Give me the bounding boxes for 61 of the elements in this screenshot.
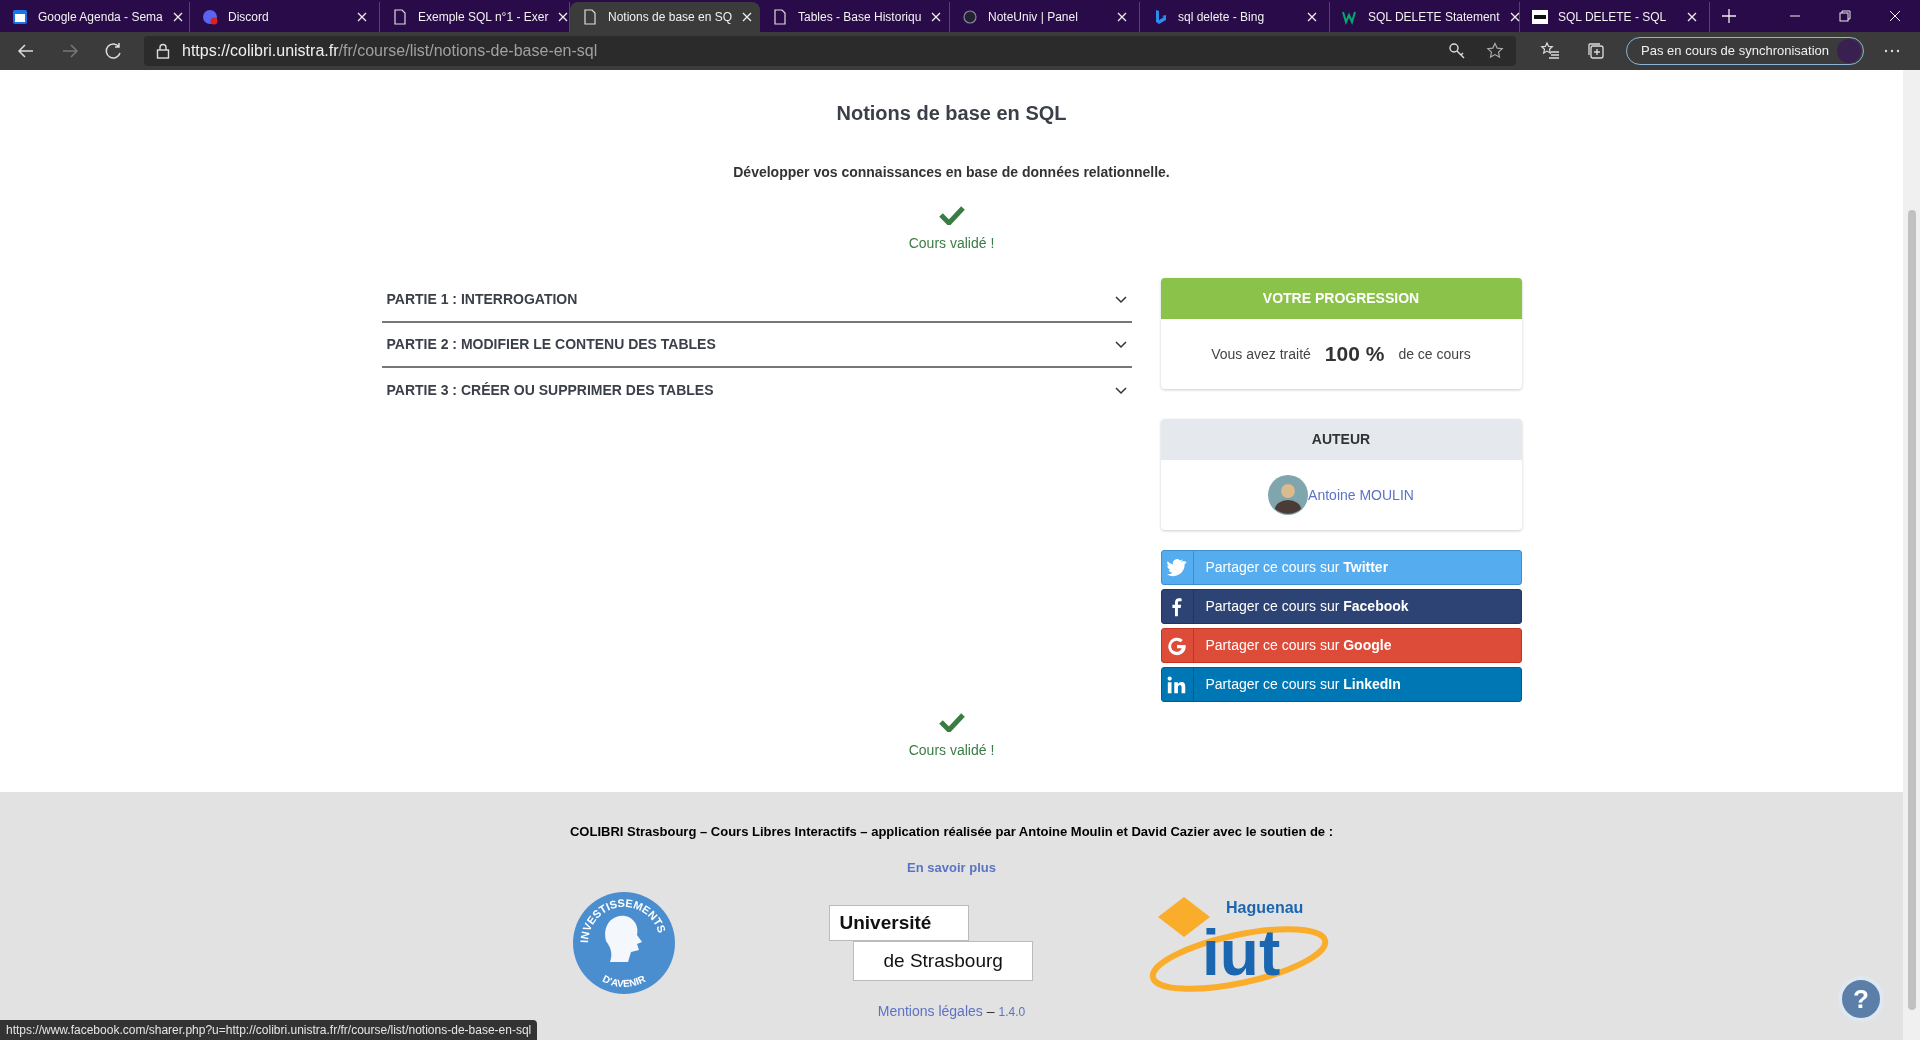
- new-tab-icon[interactable]: [1722, 9, 1736, 23]
- close-icon[interactable]: [172, 12, 183, 22]
- close-icon[interactable]: [742, 12, 753, 22]
- tab-favicon-icon: [582, 9, 598, 25]
- close-icon[interactable]: [1117, 12, 1127, 22]
- author-link[interactable]: Antoine MOULIN: [1308, 484, 1414, 506]
- chevron-icon: [1114, 340, 1127, 349]
- refresh-icon[interactable]: [104, 41, 124, 61]
- close-icon[interactable]: [1687, 12, 1697, 22]
- chevron-icon: [1114, 386, 1127, 395]
- check-icon: [938, 712, 965, 732]
- progress-header: VOTRE PROGRESSION: [1160, 278, 1522, 319]
- progress-value: 100 %: [1324, 341, 1385, 368]
- key-icon[interactable]: [1448, 42, 1467, 60]
- tab-favicon-icon: [392, 9, 408, 25]
- chevron-icon: [1114, 295, 1127, 304]
- close-icon[interactable]: [1509, 12, 1520, 22]
- collections-icon[interactable]: [1586, 41, 1607, 61]
- star-icon[interactable]: [1486, 42, 1505, 60]
- close-icon[interactable]: [1307, 12, 1317, 22]
- university-logo: Université de Strasbourg: [828, 905, 1033, 981]
- lock-icon: [156, 43, 170, 59]
- page-subtitle: Développer vos connaissances en base de données relationnelle.: [733, 163, 1170, 182]
- more-link[interactable]: En savoir plus: [907, 857, 996, 877]
- close-icon[interactable]: [931, 12, 942, 22]
- avatar-icon: [1837, 39, 1861, 63]
- accordion-header[interactable]: PARTIE 3 : CRÉER OU SUPPRIMER DES TABLES: [381, 368, 1132, 413]
- share-button[interactable]: Partager ce cours sur Facebook: [1160, 589, 1522, 624]
- avatar-icon: [1268, 475, 1309, 515]
- share-button[interactable]: Partager ce cours sur Google: [1160, 628, 1522, 663]
- accordion-header[interactable]: PARTIE 1 : INTERROGATION: [381, 278, 1132, 323]
- browser-tab[interactable]: Notions de base en SQ: [570, 2, 760, 32]
- tab-favicon-icon: [1532, 9, 1548, 25]
- close-icon[interactable]: [357, 12, 367, 22]
- progress-label: de ce cours: [1398, 344, 1471, 364]
- tab-favicon-icon: [1342, 9, 1358, 25]
- scrollbar[interactable]: [1903, 70, 1920, 1040]
- legal-link[interactable]: Mentions légales: [877, 1001, 983, 1022]
- share-button[interactable]: Partager ce cours sur LinkedIn: [1160, 667, 1522, 702]
- credits-text: COLIBRI Strasbourg – Cours Libres Interactifs – application réalisée par Antoine Moulin et David Cazier avec le soutien de :: [569, 823, 1334, 841]
- tab-favicon-icon: [202, 9, 218, 25]
- favorites-icon[interactable]: [1540, 41, 1561, 61]
- separator-text: –: [986, 1002, 995, 1021]
- restore-icon[interactable]: [1839, 10, 1851, 22]
- tab-favicon-icon: [962, 9, 978, 25]
- close-icon[interactable]: [558, 12, 569, 22]
- check-icon: [938, 205, 965, 225]
- version-text: 1.4.0: [998, 1003, 1026, 1021]
- course-status: Cours validé !: [908, 741, 995, 760]
- tab-favicon-icon: [12, 9, 28, 25]
- tab-favicon-icon: [772, 9, 788, 25]
- url-text: https://colibri.unistra.fr/fr/course/list/notions-de-base-en-sql: [182, 41, 598, 61]
- close-icon[interactable]: [1889, 10, 1901, 22]
- course-status: Cours validé !: [908, 234, 995, 253]
- status-bar-url: https://www.facebook.com/sharer.php?u=http://colibri.unistra.fr/fr/course/list/notions-de-base-en-sql: [0, 1020, 538, 1040]
- accordion-header[interactable]: PARTIE 2 : MODIFIER LE CONTENU DES TABLES: [381, 323, 1132, 368]
- author-header: AUTEUR: [1160, 419, 1522, 460]
- address-bar[interactable]: https://colibri.unistra.fr/fr/course/list/notions-de-base-en-sql: [144, 36, 1517, 66]
- page-title: Notions de base en SQL: [836, 101, 1067, 126]
- twitter-icon: [1166, 556, 1188, 579]
- progress-label: Vous avez traité: [1211, 344, 1311, 364]
